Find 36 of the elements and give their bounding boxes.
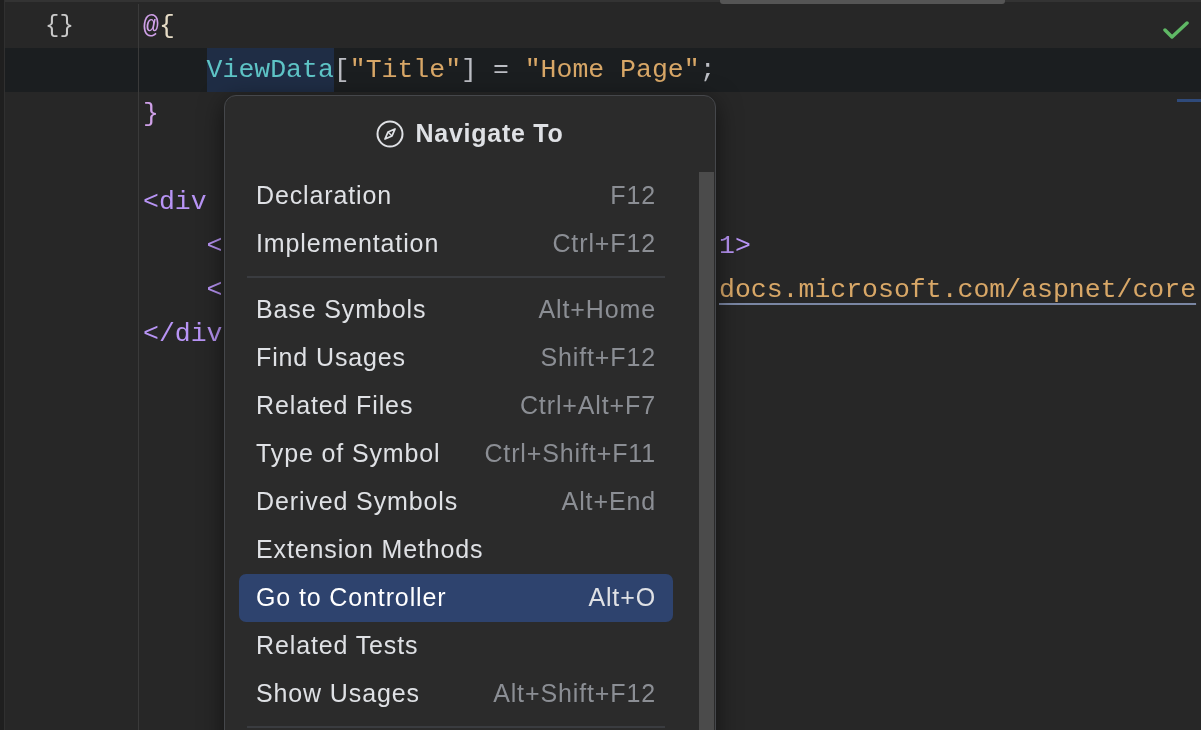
code-line: </div <box>143 318 223 351</box>
scrollbar[interactable] <box>699 172 714 730</box>
menu-item[interactable]: Related Tests <box>239 622 673 670</box>
keyboard-shortcut: Alt+Home <box>538 294 656 326</box>
horizontal-scrollbar[interactable] <box>720 0 1005 4</box>
keyboard-shortcut: Alt+O <box>588 582 656 614</box>
keyboard-shortcut: Ctrl+Shift+F11 <box>484 438 656 470</box>
menu-item[interactable]: Type of Symbol Ctrl+Shift+F11 <box>239 430 673 478</box>
keyboard-shortcut: Alt+Shift+F12 <box>493 678 656 710</box>
code-line: < <box>206 274 223 307</box>
menu-item[interactable]: Related Files Ctrl+Alt+F7 <box>239 382 673 430</box>
menu-item[interactable]: Derived Symbols Alt+End <box>239 478 673 526</box>
url-link[interactable]: docs.microsoft.com/aspnet/core <box>719 268 1197 312</box>
menu-item[interactable]: Extension Methods <box>239 526 673 574</box>
popup-title: Navigate To <box>415 118 564 150</box>
selection-stripe-mark <box>1177 99 1201 102</box>
keyboard-shortcut: Ctrl+Alt+F7 <box>519 390 656 422</box>
keyboard-shortcut: Alt+End <box>561 486 656 518</box>
code-line: <div <box>143 186 207 219</box>
menu-item[interactable]: Base Symbols Alt+Home <box>239 286 673 334</box>
compass-icon <box>376 120 405 148</box>
code-line: @{ <box>143 10 175 43</box>
code-line: ViewData["Title"] = "Home Page"; <box>206 48 716 92</box>
code-block-marker: {} <box>45 11 74 41</box>
menu-item[interactable]: Find Usages Shift+F12 <box>239 334 673 382</box>
code-line: } <box>143 98 159 131</box>
code-line: 1> <box>719 230 751 263</box>
menu-item[interactable]: Go to Controller Alt+O <box>239 574 673 622</box>
keyboard-shortcut: F12 <box>610 180 656 212</box>
keyboard-shortcut: Ctrl+F12 <box>552 228 656 260</box>
check-icon <box>1163 20 1189 40</box>
menu-item[interactable]: Implementation Ctrl+F12 <box>239 220 673 268</box>
menu-item[interactable]: Declaration F12 <box>239 172 673 220</box>
menu-item[interactable]: Show Usages Alt+Shift+F12 <box>239 670 673 718</box>
keyboard-shortcut: Shift+F12 <box>540 342 656 374</box>
code-line: < <box>206 230 223 263</box>
